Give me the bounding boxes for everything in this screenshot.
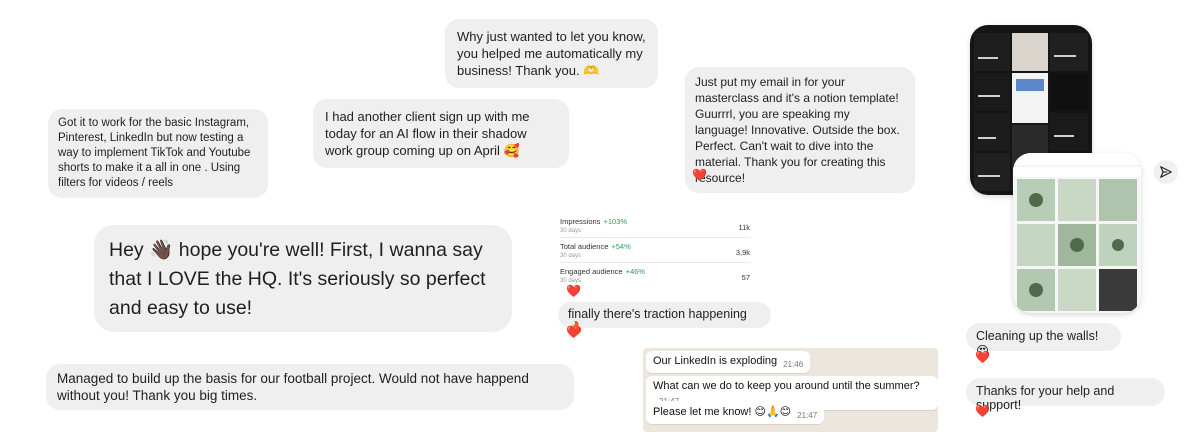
whatsapp-chat: Our LinkedIn is exploding 21:46 What can … [643,348,938,432]
chat-message-text: What can we do to keep you around until … [653,380,920,392]
chat-message-time: 21:46 [783,360,804,369]
heart-icon: ❤️ [975,350,990,364]
message-hey: Hey 👋🏿 hope you're well! First, I wanna … [94,225,512,332]
stat-change: +46% [625,267,645,276]
message-walls: Cleaning up the walls! 😍 [966,323,1121,358]
message-thanks-support: Thanks for your help and support! [966,378,1165,412]
analytics-stats: Impressions +103% 30 days 11k Total audie… [560,213,750,288]
message-basic-instagram: Got it to work for the basic Instagram, … [48,109,268,198]
stat-period: 30 days [560,228,582,234]
heart-icon: ❤️ [566,325,581,339]
chat-message-time: 21:47 [797,411,818,420]
message-traction: finally there's traction happening🔥 [558,302,771,335]
stat-period: 30 days [560,253,582,259]
message-automation: Why just wanted to let you know, you hel… [445,19,658,88]
stat-row: Impressions +103% 30 days 11k [560,213,750,238]
stat-label: Engaged audience [560,267,623,276]
stat-label: Impressions [560,217,601,226]
chat-message: Our LinkedIn is exploding 21:46 [646,351,811,373]
message-client-signup: I had another client sign up with me tod… [313,99,569,168]
stat-row: Engaged audience +46% 30 days 57 [560,263,750,288]
heart-icon: ❤️ [692,168,707,182]
heart-icon: ❤️ [975,404,990,418]
grid-preview-image [1013,153,1141,311]
heart-icon: ❤️ [566,284,581,298]
stat-change: +103% [603,217,627,226]
message-masterclass: Just put my email in for your masterclas… [685,67,915,193]
stat-value: 57 [741,273,750,282]
send-icon[interactable] [1154,160,1178,184]
paper-plane-icon [1160,166,1172,178]
stat-label: Total audience [560,242,609,251]
stat-value: 3,9k [735,248,750,257]
chat-message-text: Please let me know! 😊🙏😊 [653,406,792,418]
stat-change: +54% [611,242,631,251]
stat-value: 11k [738,223,750,232]
stat-row: Total audience +54% 30 days 3,9k [560,238,750,263]
chat-message-text: Our LinkedIn is exploding [653,355,778,367]
board-screenshot-green [1013,153,1141,313]
message-football: Managed to build up the basis for our fo… [46,364,574,410]
chat-message: Please let me know! 😊🙏😊 21:47 [646,401,825,424]
